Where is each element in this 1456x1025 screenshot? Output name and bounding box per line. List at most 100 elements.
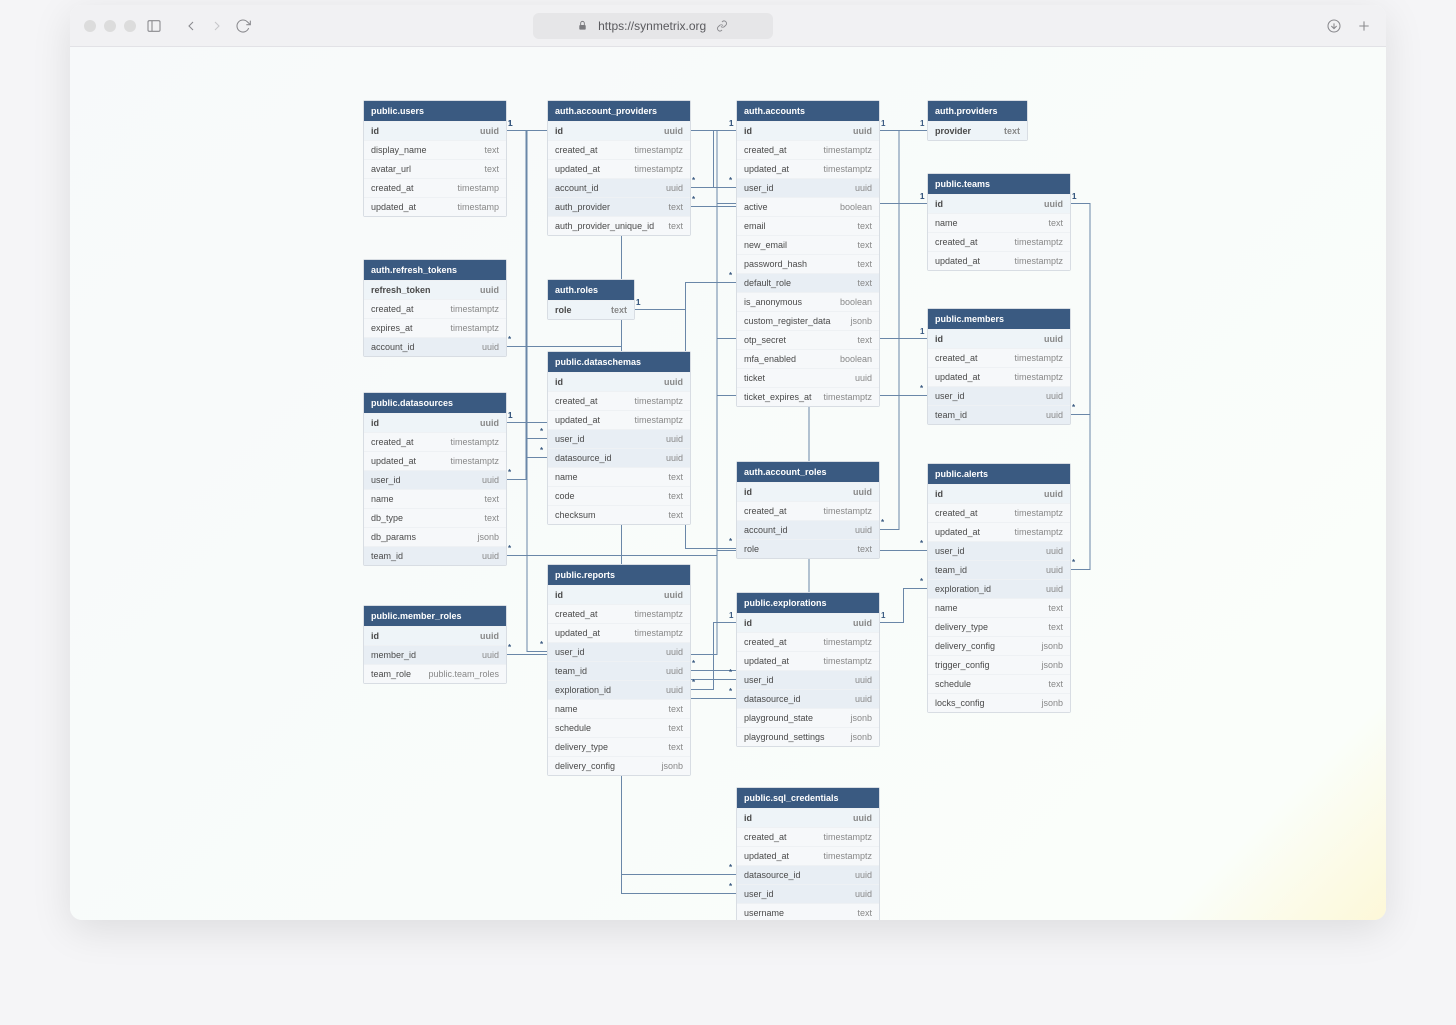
erd-table-auth_account_roles[interactable]: auth.account_rolesiduuidcreated_attimest… [736,461,880,559]
column-type: text [1048,218,1063,228]
column-type: text [668,221,683,231]
table-row: exploration_iduuid [548,680,690,699]
erd-table-auth_account_providers[interactable]: auth.account_providersiduuidcreated_atti… [547,100,691,236]
table-header: auth.providers [928,101,1027,121]
table-row: created_attimestamptz [928,232,1070,251]
column-type: text [1004,126,1020,136]
traffic-lights [84,20,136,32]
column-type: uuid [855,373,872,383]
column-type: uuid [1044,489,1063,499]
table-row: created_attimestamptz [548,140,690,159]
column-name: username [744,908,784,918]
column-name: id [744,618,752,628]
column-type: timestamptz [823,145,872,155]
sidebar-toggle-icon[interactable] [146,18,162,34]
column-name: delivery_config [935,641,995,651]
erd-table-public_users[interactable]: public.usersiduuiddisplay_nametextavatar… [363,100,507,217]
table-row: created_attimestamptz [737,140,879,159]
column-name: updated_at [555,164,600,174]
column-type: text [857,335,872,345]
table-row: created_attimestamp [364,178,506,197]
column-type: jsonb [850,316,872,326]
table-row: updated_attimestamptz [548,623,690,642]
table-row: trigger_configjsonb [928,655,1070,674]
column-name: refresh_token [371,285,431,295]
column-name: delivery_config [555,761,615,771]
forward-icon[interactable] [209,18,225,34]
erd-table-auth_roles[interactable]: auth.rolesroletext [547,279,635,320]
column-name: is_anonymous [744,297,802,307]
erd-table-public_member_roles[interactable]: public.member_rolesiduuidmember_iduuidte… [363,605,507,684]
cardinality-label: 1 [636,298,640,307]
column-name: user_id [935,391,965,401]
column-name: delivery_type [935,622,988,632]
column-type: text [857,221,872,231]
erd-table-public_reports[interactable]: public.reportsiduuidcreated_attimestampt… [547,564,691,776]
url-bar[interactable]: https://synmetrix.org [533,13,773,39]
erd-table-auth_refresh_tokens[interactable]: auth.refresh_tokensrefresh_tokenuuidcrea… [363,259,507,357]
table-row: account_iduuid [364,337,506,356]
table-row: password_hashtext [737,254,879,273]
erd-table-public_alerts[interactable]: public.alertsiduuidcreated_attimestamptz… [927,463,1071,713]
erd-table-public_dataschemas[interactable]: public.dataschemasiduuidcreated_attimest… [547,351,691,525]
table-row: new_emailtext [737,235,879,254]
column-name: updated_at [935,527,980,537]
table-row: otp_secrettext [737,330,879,349]
table-row: locks_configjsonb [928,693,1070,712]
erd-canvas[interactable]: public.usersiduuiddisplay_nametextavatar… [70,47,1386,920]
table-row: roletext [737,539,879,558]
table-header: auth.roles [548,280,634,300]
cardinality-label: * [692,678,695,687]
erd-table-public_teams[interactable]: public.teamsiduuidnametextcreated_attime… [927,173,1071,271]
column-type: timestamptz [1014,256,1063,266]
new-tab-icon[interactable] [1356,18,1372,34]
cardinality-label: * [508,643,511,652]
table-row: updated_attimestamptz [737,159,879,178]
column-name: ticket_expires_at [744,392,812,402]
traffic-close[interactable] [84,20,96,32]
back-icon[interactable] [183,18,199,34]
column-name: playground_state [744,713,813,723]
erd-table-public_members[interactable]: public.membersiduuidcreated_attimestampt… [927,308,1071,425]
column-type: uuid [482,342,499,352]
column-name: team_id [371,551,403,561]
column-type: uuid [853,126,872,136]
column-type: uuid [1046,410,1063,420]
reload-icon[interactable] [235,18,251,34]
table-row: delivery_configjsonb [548,756,690,775]
table-row: usernametext [737,903,879,920]
column-type: timestamptz [634,628,683,638]
share-icon[interactable] [716,20,728,32]
column-name: email [744,221,766,231]
table-row: datasource_iduuid [737,865,879,884]
table-row: team_iduuid [548,661,690,680]
column-name: playground_settings [744,732,825,742]
column-name: expires_at [371,323,413,333]
column-type: uuid [853,813,872,823]
column-name: exploration_id [935,584,991,594]
column-type: timestamptz [1014,527,1063,537]
erd-table-public_sql_credentials[interactable]: public.sql_credentialsiduuidcreated_atti… [736,787,880,920]
traffic-max[interactable] [124,20,136,32]
column-type: timestamptz [823,164,872,174]
erd-table-auth_providers[interactable]: auth.providersprovidertext [927,100,1028,141]
column-name: schedule [555,723,591,733]
column-type: uuid [1046,391,1063,401]
cardinality-label: * [729,687,732,696]
column-name: avatar_url [371,164,411,174]
table-row: activeboolean [737,197,879,216]
column-name: created_at [935,237,978,247]
table-row: created_attimestamptz [364,299,506,318]
cardinality-label: 1 [920,192,924,201]
erd-table-public_explorations[interactable]: public.explorationsiduuidcreated_attimes… [736,592,880,747]
erd-connectors [70,47,1386,920]
download-icon[interactable] [1326,18,1342,34]
erd-table-public_datasources[interactable]: public.datasourcesiduuidcreated_attimest… [363,392,507,566]
column-name: team_id [555,666,587,676]
column-name: user_id [744,675,774,685]
column-type: uuid [666,434,683,444]
traffic-min[interactable] [104,20,116,32]
column-name: name [555,704,578,714]
column-type: timestamptz [634,396,683,406]
erd-table-auth_accounts[interactable]: auth.accountsiduuidcreated_attimestamptz… [736,100,880,407]
